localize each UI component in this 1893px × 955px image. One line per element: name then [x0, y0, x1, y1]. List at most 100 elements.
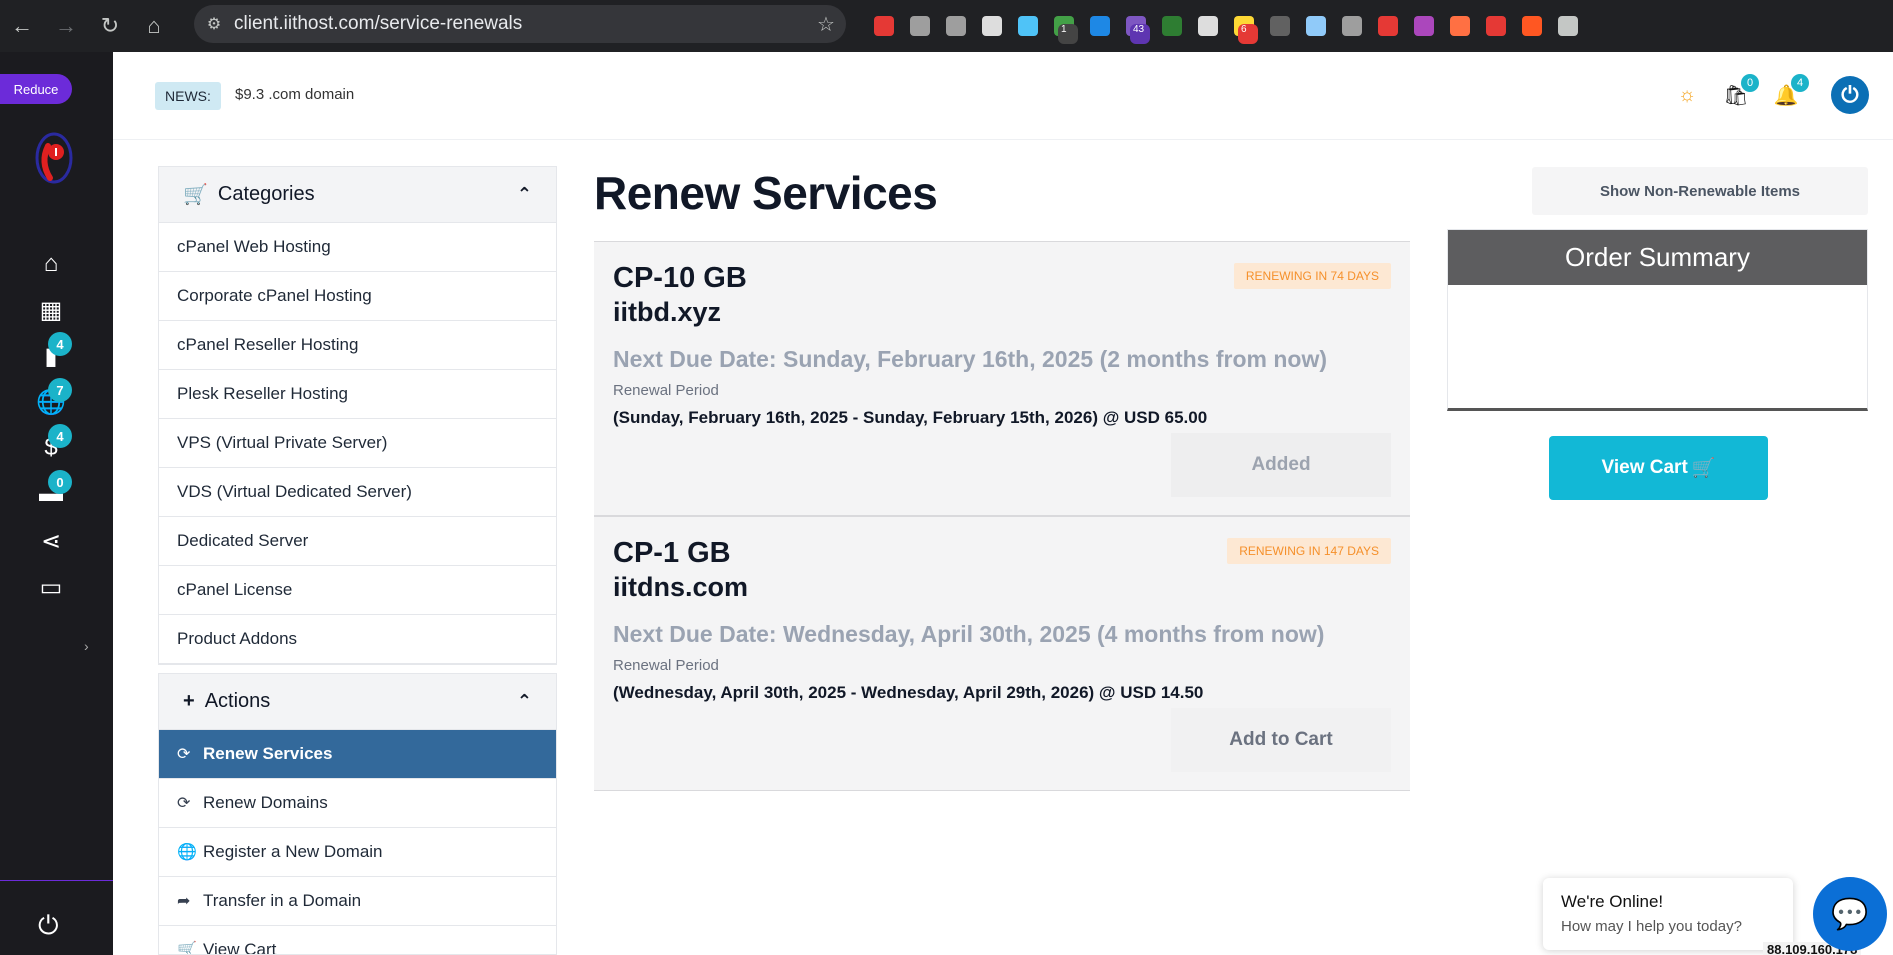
extension-glyph	[1486, 16, 1506, 36]
action-item[interactable]: ⟳ Renew Services	[159, 730, 556, 779]
extension-icon[interactable]	[1478, 0, 1514, 52]
actions-panel: + Actions ⌃ ⟳ Renew Services ⟳ Renew Domain…	[158, 673, 557, 955]
actions-header[interactable]: + Actions ⌃	[159, 674, 556, 730]
categories-panel: 🛒 Categories ⌃ cPanel Web Hosting Corpora…	[158, 166, 557, 665]
extension-badge: 43	[1130, 24, 1150, 44]
home-icon[interactable]: ⌂	[36, 249, 66, 279]
show-non-renewable-button[interactable]: Show Non-Renewable Items	[1532, 167, 1868, 215]
extension-glyph	[1162, 16, 1182, 36]
left-rail: Reduce ⌂ ▦ ▮ 4 🌐 7 $4 ▬ 0 ⋖ ▭ › ⏻	[0, 52, 113, 955]
news-label: NEWS:	[155, 82, 221, 110]
category-item[interactable]: Plesk Reseller Hosting	[159, 370, 556, 419]
action-label: Renew Domains	[203, 793, 328, 812]
extension-icon[interactable]	[1370, 0, 1406, 52]
extension-icon[interactable]	[1262, 0, 1298, 52]
service-domain: iitdns.com	[613, 572, 749, 602]
chat-title: We're Online!	[1561, 892, 1664, 911]
extension-glyph	[1522, 16, 1542, 36]
action-label: Register a New Domain	[203, 842, 383, 861]
chat-icon[interactable]: 💬	[1813, 877, 1887, 951]
url-text[interactable]: client.iithost.com/service-renewals	[234, 13, 806, 35]
extension-icon[interactable]	[1550, 0, 1586, 52]
renewal-period-label: Renewal Period	[613, 382, 719, 399]
extension-icon[interactable]	[1514, 0, 1550, 52]
categories-header[interactable]: 🛒 Categories ⌃	[159, 167, 556, 223]
extension-glyph	[1342, 16, 1362, 36]
action-item[interactable]: ➦ Transfer in a Domain	[159, 877, 556, 926]
extension-icon[interactable]: 43	[1118, 0, 1154, 52]
news-ticker[interactable]: $9.3 .com domain	[235, 86, 354, 103]
brand-logo[interactable]	[34, 132, 74, 184]
top-header: NEWS: $9.3 .com domain ☼ 🛍 0 🔔 4 ⏻	[113, 52, 1893, 140]
page-title: Renew Services	[594, 167, 938, 219]
extension-glyph	[1558, 16, 1578, 36]
action-item[interactable]: 🌐 Register a New Domain	[159, 828, 556, 877]
extension-icon[interactable]	[1010, 0, 1046, 52]
share-icon[interactable]: ⋖	[36, 526, 66, 556]
theme-toggle-icon[interactable]: ☼	[1670, 78, 1704, 112]
account-power-icon[interactable]: ⏻	[1831, 76, 1869, 114]
notification-badge: 4	[1791, 74, 1809, 92]
extension-icon[interactable]	[1442, 0, 1478, 52]
extension-icon[interactable]	[866, 0, 902, 52]
extension-glyph	[982, 16, 1002, 36]
bookmark-star-icon[interactable]: ☆	[806, 12, 846, 37]
reload-icon[interactable]: ↻	[88, 0, 132, 52]
address-bar[interactable]: ⚙ client.iithost.com/service-renewals ☆	[194, 5, 846, 43]
service-name: CP-1 GB	[613, 537, 731, 569]
cart-badge: 0	[1741, 74, 1759, 92]
collapse-chevron-icon[interactable]: ⌃	[517, 184, 532, 205]
category-item[interactable]: Corporate cPanel Hosting	[159, 272, 556, 321]
extension-icon[interactable]	[1190, 0, 1226, 52]
extension-icon[interactable]	[902, 0, 938, 52]
extension-icon[interactable]	[1334, 0, 1370, 52]
cart-icon: 🛒	[1691, 458, 1716, 479]
rail-count-badge: 7	[48, 378, 72, 402]
actions-title: Actions	[204, 690, 271, 712]
next-due-date: Next Due Date: Wednesday, April 30th, 20…	[613, 621, 1325, 647]
extension-icon[interactable]	[1154, 0, 1190, 52]
add-to-cart-button[interactable]: Add to Cart	[1171, 708, 1391, 772]
extension-glyph	[1306, 16, 1326, 36]
rail-divider	[0, 880, 113, 881]
action-item[interactable]: 🛒 View Cart	[159, 926, 556, 955]
home-page-icon[interactable]: ⌂	[132, 0, 176, 52]
extension-icon[interactable]	[1298, 0, 1334, 52]
category-item[interactable]: cPanel License	[159, 566, 556, 615]
action-item[interactable]: ⟳ Renew Domains	[159, 779, 556, 828]
site-settings-icon[interactable]: ⚙	[194, 14, 234, 34]
category-item[interactable]: cPanel Reseller Hosting	[159, 321, 556, 370]
service-card: CP-10 GB iitbd.xyz RENEWING IN 74 DAYS N…	[594, 241, 1410, 516]
category-item[interactable]: VDS (Virtual Dedicated Server)	[159, 468, 556, 517]
extension-icon[interactable]: 6	[1226, 0, 1262, 52]
refresh-icon: ⟳	[177, 795, 191, 812]
globe-icon: 🌐	[177, 844, 197, 861]
forward-icon[interactable]: →	[44, 0, 88, 52]
extension-icon[interactable]	[938, 0, 974, 52]
extension-badge: 6	[1238, 24, 1258, 44]
service-name: CP-10 GB	[613, 262, 747, 294]
category-item[interactable]: cPanel Web Hosting	[159, 223, 556, 272]
extension-icon[interactable]	[1082, 0, 1118, 52]
order-summary-title: Order Summary	[1448, 230, 1867, 285]
view-cart-button[interactable]: View Cart 🛒	[1549, 436, 1768, 500]
collapse-chevron-icon[interactable]: ⌃	[517, 691, 532, 712]
added-button[interactable]: Added	[1171, 433, 1391, 497]
chat-greeting[interactable]: We're Online! How may I help you today?	[1543, 878, 1793, 950]
action-label: Renew Services	[203, 744, 333, 763]
logout-icon[interactable]: ⏻	[38, 910, 59, 942]
extension-icon[interactable]	[1406, 0, 1442, 52]
cart-icon: 🛒	[177, 942, 197, 955]
extension-icon[interactable]: 1	[1046, 0, 1082, 52]
reduce-button[interactable]: Reduce	[0, 74, 72, 104]
category-item[interactable]: Dedicated Server	[159, 517, 556, 566]
category-item[interactable]: Product Addons	[159, 615, 556, 664]
affiliate-icon[interactable]: ▭	[36, 572, 66, 602]
extension-icon[interactable]	[974, 0, 1010, 52]
dashboard-icon[interactable]: ▦	[36, 295, 66, 325]
category-item[interactable]: VPS (Virtual Private Server)	[159, 419, 556, 468]
plus-icon: +	[183, 690, 195, 712]
rail-expand-icon[interactable]: ›	[84, 638, 89, 654]
browser-toolbar: ← → ↻ ⌂ ⚙ client.iithost.com/service-ren…	[0, 0, 1893, 52]
back-icon[interactable]: ←	[0, 0, 44, 52]
